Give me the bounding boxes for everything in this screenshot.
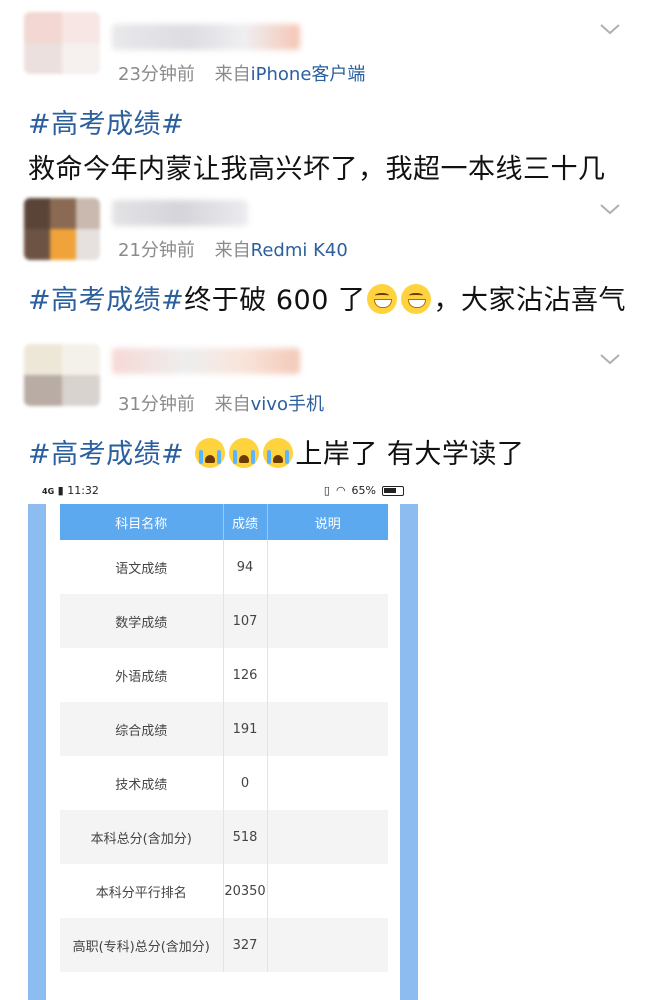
attached-screenshot[interactable]: 4G ▮ 11:32 ▯ ◠ 65% 科目名称 成绩 说明 语文成绩 94 数学成绩… <box>28 478 418 1000</box>
cell-note <box>267 810 388 864</box>
post-body: 上岸了 有大学读了 <box>295 439 525 470</box>
cell-subject: 数学成绩 <box>60 594 224 648</box>
cell-note <box>267 702 388 756</box>
phone-status-bar: 4G ▮ 11:32 ▯ ◠ 65% <box>28 478 418 504</box>
post-meta: 21分钟前 来自Redmi K40 <box>118 236 348 262</box>
wifi-icon: ◠ <box>335 484 346 497</box>
client-name[interactable]: vivo手机 <box>251 394 324 415</box>
avatar[interactable] <box>24 198 100 260</box>
post-text: #高考成绩# 救命今年内蒙让我高兴坏了，我超一本线三十几 <box>28 102 606 186</box>
cell-score: 107 <box>223 594 268 648</box>
vibrate-icon: ▯ <box>323 484 330 497</box>
table-row: 综合成绩 191 <box>60 702 388 756</box>
from-label: 来自 <box>214 64 251 85</box>
grinning-emoji-icon <box>401 284 432 314</box>
chevron-down-icon[interactable] <box>599 348 621 370</box>
battery-icon <box>382 485 404 496</box>
cell-score: 327 <box>223 918 268 972</box>
status-time: 11:32 <box>67 484 99 497</box>
cell-subject: 高职(专科)总分(含加分) <box>60 918 224 972</box>
table-row: 数学成绩 107 <box>60 594 388 648</box>
chevron-down-icon[interactable] <box>599 198 621 220</box>
table-row: 技术成绩 0 <box>60 756 388 810</box>
cell-subject: 技术成绩 <box>60 756 224 810</box>
cell-score: 191 <box>223 702 268 756</box>
avatar[interactable] <box>24 344 100 406</box>
column-header-subject: 科目名称 <box>60 504 224 540</box>
from-label: 来自 <box>214 394 251 415</box>
cell-note <box>267 864 388 918</box>
from-label: 来自 <box>214 240 251 261</box>
post-body: 救命今年内蒙让我高兴坏了，我超一本线三十几 <box>28 154 606 185</box>
crying-emoji-icon <box>229 438 260 468</box>
cell-score: 94 <box>223 540 268 594</box>
score-table: 科目名称 成绩 说明 语文成绩 94 数学成绩 107 外语成绩 126 综合成绩 191 技术… <box>60 504 388 972</box>
cell-note <box>267 918 388 972</box>
hashtag-link[interactable]: #高考成绩# <box>28 439 184 470</box>
cell-score: 0 <box>223 756 268 810</box>
post-meta: 31分钟前 来自vivo手机 <box>118 390 324 416</box>
username[interactable] <box>112 24 300 50</box>
cell-subject: 综合成绩 <box>60 702 224 756</box>
post-time: 23分钟前 <box>118 64 195 85</box>
cell-score: 126 <box>223 648 268 702</box>
client-name[interactable]: Redmi K40 <box>251 240 348 261</box>
grinning-emoji-icon <box>367 284 398 314</box>
cell-subject: 语文成绩 <box>60 540 224 594</box>
post-body-tail: ，大家沾沾喜气 <box>433 285 626 316</box>
table-row: 本科分平行排名 20350 <box>60 864 388 918</box>
username[interactable] <box>112 200 248 226</box>
cell-note <box>267 540 388 594</box>
post-meta: 23分钟前 来自iPhone客户端 <box>118 60 365 86</box>
cell-subject: 本科总分(含加分) <box>60 810 224 864</box>
crying-emoji-icon <box>263 438 294 468</box>
signal-label: 4G <box>42 487 55 496</box>
signal-icon: ▮ <box>57 484 64 497</box>
column-header-note: 说明 <box>267 504 388 540</box>
battery-level: 65% <box>351 484 376 497</box>
hashtag-link[interactable]: #高考成绩# <box>28 285 184 316</box>
client-name[interactable]: iPhone客户端 <box>251 64 366 85</box>
chevron-down-icon[interactable] <box>599 18 621 40</box>
post-text: #高考成绩#终于破 600 了 ，大家沾沾喜气 <box>28 278 626 317</box>
right-frame-bar <box>400 504 418 1000</box>
username[interactable] <box>112 348 300 374</box>
cell-note <box>267 648 388 702</box>
left-frame-bar <box>28 504 46 1000</box>
table-row: 外语成绩 126 <box>60 648 388 702</box>
cell-subject: 外语成绩 <box>60 648 224 702</box>
cell-note <box>267 756 388 810</box>
post-time: 31分钟前 <box>118 394 195 415</box>
table-header-row: 科目名称 成绩 说明 <box>60 504 388 540</box>
column-header-score: 成绩 <box>223 504 268 540</box>
avatar[interactable] <box>24 12 100 74</box>
cell-score: 20350 <box>223 864 268 918</box>
post-text: #高考成绩# 上岸了 有大学读了 <box>28 432 524 471</box>
cell-score: 518 <box>223 810 268 864</box>
table-row: 高职(专科)总分(含加分) 327 <box>60 918 388 972</box>
cell-note <box>267 594 388 648</box>
table-row: 语文成绩 94 <box>60 540 388 594</box>
hashtag-link[interactable]: #高考成绩# <box>28 109 184 140</box>
crying-emoji-icon <box>195 438 226 468</box>
post-body: 终于破 600 了 <box>184 285 366 316</box>
post-time: 21分钟前 <box>118 240 195 261</box>
table-row: 本科总分(含加分) 518 <box>60 810 388 864</box>
cell-subject: 本科分平行排名 <box>60 864 224 918</box>
